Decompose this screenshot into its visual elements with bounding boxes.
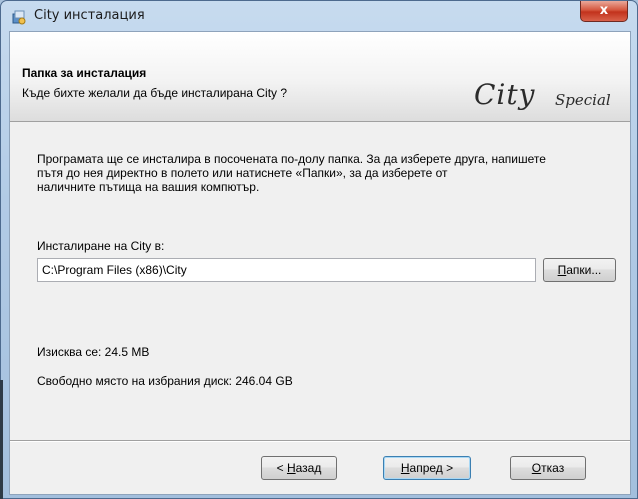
window-title: City инсталация [34, 8, 145, 23]
wizard-header: Папка за инсталация Къде бихте желали да… [10, 32, 630, 122]
installer-app-icon [11, 9, 27, 25]
city-logo-text: City [474, 78, 536, 111]
back-prefix: < [276, 461, 287, 475]
background-window-edge [0, 380, 3, 499]
install-path-input[interactable] [37, 258, 536, 282]
cancel-label: тказ [541, 461, 565, 475]
next-label: апред > [409, 461, 454, 475]
back-label: азад [295, 461, 322, 475]
description-text: Програмата ще се инсталира в посочената … [37, 152, 617, 194]
description-line: Програмата ще се инсталира в посочената … [37, 152, 546, 166]
browse-label: апки... [566, 263, 602, 277]
cancel-button[interactable]: Отказ [510, 456, 586, 480]
browse-button[interactable]: Папки... [543, 258, 616, 282]
close-icon: x [599, 3, 609, 18]
wizard-client-area: Папка за инсталация Къде бихте желали да… [9, 31, 631, 495]
city-logo-subtext: Special [555, 91, 611, 109]
title-bar[interactable]: City инсталация x [1, 1, 637, 31]
close-button[interactable]: x [580, 1, 628, 22]
install-location-label: Инсталиране на City в: [37, 239, 165, 253]
next-hotkey: Н [400, 461, 410, 475]
back-hotkey: Н [286, 461, 296, 475]
cancel-hotkey: О [531, 461, 542, 475]
installer-window: City инсталация x Папка за инсталация Къ… [0, 0, 638, 499]
page-subtitle: Къде бихте желали да бъде инсталирана Ci… [22, 86, 288, 100]
free-space-text: Свободно място на избрания диск: 246.04 … [37, 374, 293, 388]
footer-separator [10, 440, 630, 442]
description-line: пътя до нея директно в полето или натисн… [37, 166, 448, 180]
back-button[interactable]: < Назад [261, 456, 337, 480]
required-space-text: Изисква се: 24.5 MB [37, 345, 150, 359]
browse-hotkey: П [557, 263, 567, 277]
next-button[interactable]: Напред > [383, 456, 471, 480]
description-line: наличните пътища на вашия компютър. [37, 180, 260, 194]
page-title: Папка за инсталация [22, 66, 147, 80]
